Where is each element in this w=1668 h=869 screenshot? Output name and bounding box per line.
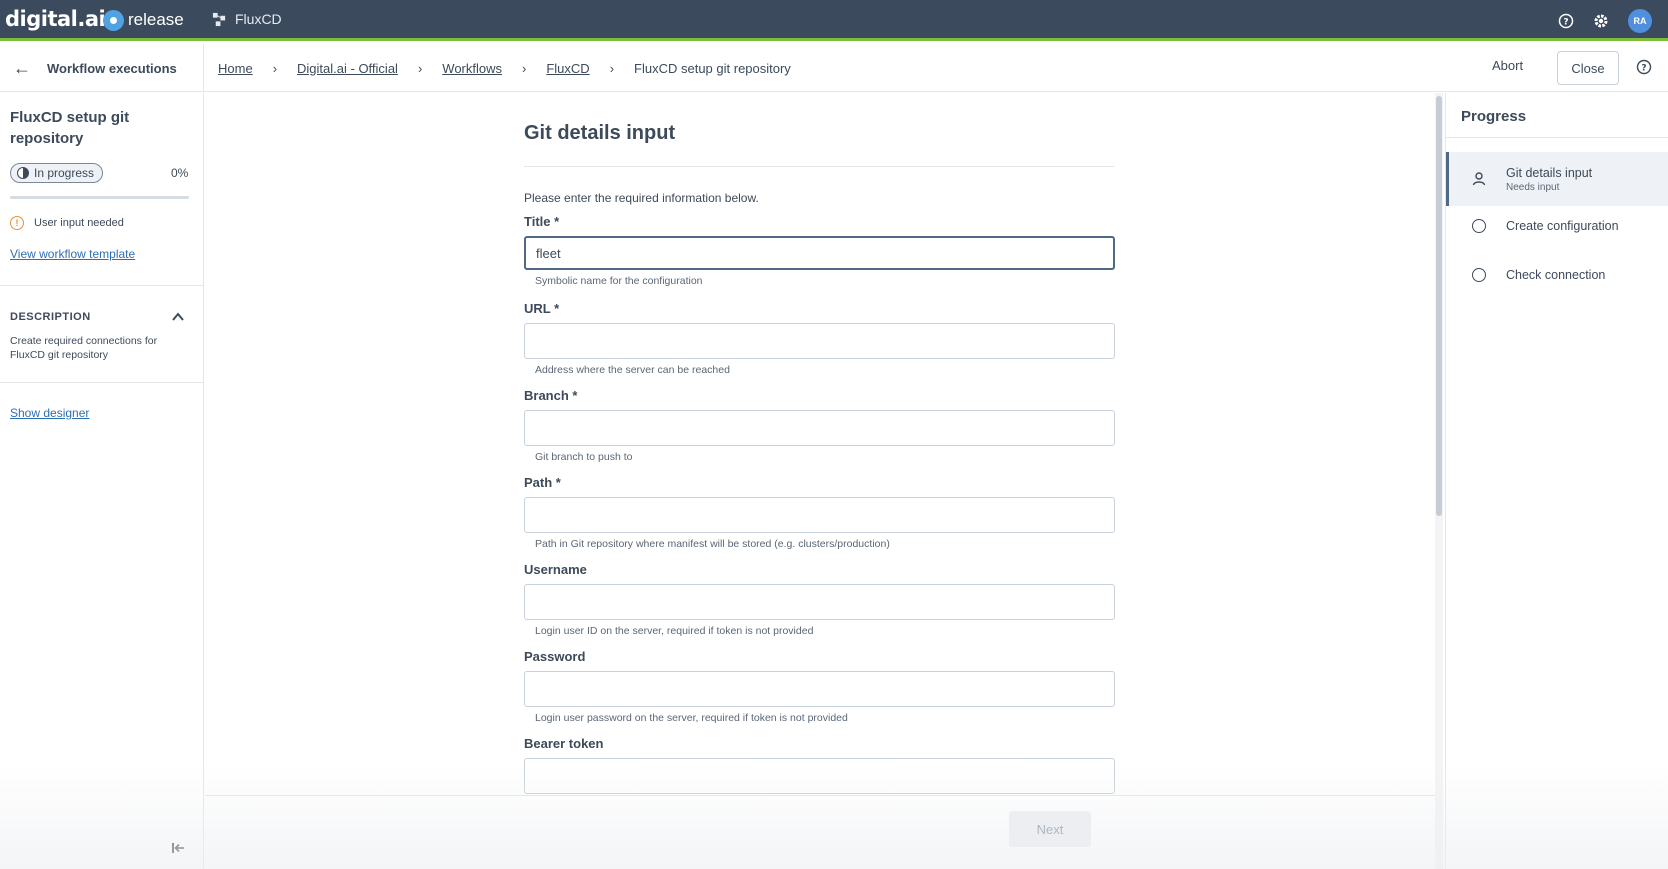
close-button[interactable]: Close xyxy=(1557,51,1619,85)
step-name: Git details input xyxy=(1506,165,1593,180)
chevron-right-icon: › xyxy=(272,60,278,76)
path-field: Path * Path in Git repository where mani… xyxy=(524,475,1115,550)
step-name: Check connection xyxy=(1506,268,1606,282)
field-label: Title * xyxy=(524,214,560,229)
username-field: Username Login user ID on the server, re… xyxy=(524,562,1115,637)
breadcrumb-fluxcd[interactable]: FluxCD xyxy=(546,61,589,76)
svg-text:?: ? xyxy=(1563,17,1568,27)
field-label: URL * xyxy=(524,301,560,316)
chevron-right-icon: › xyxy=(609,60,615,76)
step-status: Needs input xyxy=(1506,181,1560,193)
in-progress-icon xyxy=(17,167,29,179)
status-badge: In progress xyxy=(10,163,104,183)
view-template-link[interactable]: View workflow template xyxy=(10,247,135,261)
user-avatar[interactable]: RA xyxy=(1628,8,1652,33)
app-name: FluxCD xyxy=(235,11,282,27)
description-text: Create required connections for FluxCD g… xyxy=(10,335,158,361)
bearer-token-field: Bearer token xyxy=(524,736,1115,794)
field-help: Path in Git repository where manifest wi… xyxy=(535,538,890,550)
chevron-up-icon[interactable] xyxy=(171,310,185,324)
svg-text:?: ? xyxy=(1641,64,1646,74)
password-field: Password Login user password on the serv… xyxy=(524,649,1115,724)
field-help: Login user ID on the server, required if… xyxy=(535,625,814,637)
chevron-right-icon: › xyxy=(417,60,423,76)
app-switcher[interactable]: FluxCD xyxy=(212,11,282,27)
form-footer: Next xyxy=(205,795,1438,869)
help-icon[interactable]: ? xyxy=(1556,11,1576,31)
step-name: Create configuration xyxy=(1506,219,1619,233)
circle-icon xyxy=(1470,266,1488,284)
back-label: Workflow executions xyxy=(47,60,177,76)
field-label: Username xyxy=(524,562,587,577)
breadcrumb-home[interactable]: Home xyxy=(218,61,253,76)
title-input[interactable] xyxy=(524,236,1115,270)
username-input[interactable] xyxy=(524,584,1115,620)
field-help: Address where the server can be reached xyxy=(535,364,730,376)
user-icon xyxy=(1470,170,1488,188)
fluxcd-app-icon xyxy=(212,12,226,26)
workflow-title: FluxCD setup git repository xyxy=(10,109,130,147)
divider xyxy=(524,166,1114,167)
password-input[interactable] xyxy=(524,671,1115,707)
warning-icon: ! xyxy=(10,216,24,230)
progress-bar xyxy=(10,196,189,199)
arrow-left-icon: ← xyxy=(13,57,31,78)
form-intro: Please enter the required information be… xyxy=(524,191,759,205)
form-title: Git details input xyxy=(524,122,676,144)
breadcrumb-current: FluxCD setup git repository xyxy=(634,60,791,76)
field-label: Password xyxy=(524,649,586,664)
next-button[interactable]: Next xyxy=(1009,811,1091,847)
url-field: URL * Address where the server can be re… xyxy=(524,301,1115,376)
progress-heading: Progress xyxy=(1461,108,1527,125)
step-check-connection[interactable]: Check connection xyxy=(1446,248,1668,302)
digitalai-logo[interactable]: digital.ai xyxy=(5,7,106,31)
top-navigation-bar: digital.ai release FluxCD ? RA xyxy=(0,0,1668,41)
breadcrumb: Home › Digital.ai - Official › Workflows… xyxy=(218,44,791,92)
chevron-right-icon: › xyxy=(522,60,527,76)
circle-icon xyxy=(1470,217,1488,235)
show-designer-link[interactable]: Show designer xyxy=(10,406,89,420)
divider xyxy=(0,285,203,286)
url-input[interactable] xyxy=(524,323,1115,359)
scrollbar-thumb[interactable] xyxy=(1436,96,1442,516)
gear-icon[interactable] xyxy=(1591,11,1611,31)
abort-button[interactable]: Abort xyxy=(1492,58,1523,73)
branch-input[interactable] xyxy=(524,410,1115,446)
path-input[interactable] xyxy=(524,497,1115,533)
breadcrumb-folder[interactable]: Digital.ai - Official xyxy=(297,61,398,76)
user-input-alert: ! User input needed xyxy=(10,216,124,230)
divider xyxy=(1446,137,1668,138)
main-content: Git details input Please enter the requi… xyxy=(205,93,1438,869)
field-label: Branch * xyxy=(524,388,578,403)
field-label: Path * xyxy=(524,475,561,490)
step-create-configuration[interactable]: Create configuration xyxy=(1446,199,1668,253)
description-heading: DESCRIPTION xyxy=(10,311,91,323)
workflow-sidebar: FluxCD setup git repository In progress … xyxy=(0,93,204,869)
status-label: In progress xyxy=(34,166,95,180)
progress-panel: Progress Git details input Needs input C… xyxy=(1445,93,1668,869)
back-to-executions[interactable]: ← Workflow executions xyxy=(0,44,204,92)
field-help: Login user password on the server, requi… xyxy=(535,712,848,724)
breadcrumb-workflows[interactable]: Workflows xyxy=(442,61,502,76)
step-git-details-input[interactable]: Git details input Needs input xyxy=(1446,152,1668,206)
collapse-sidebar-icon[interactable] xyxy=(170,840,186,856)
field-label: Bearer token xyxy=(524,736,604,751)
branch-field: Branch * Git branch to push to xyxy=(524,388,1115,463)
divider xyxy=(0,382,203,383)
alert-text: User input needed xyxy=(34,217,124,229)
field-help: Symbolic name for the configuration xyxy=(535,275,703,287)
help-icon[interactable]: ? xyxy=(1636,59,1652,75)
field-help: Git branch to push to xyxy=(535,451,633,463)
breadcrumb-bar: ← Workflow executions Home › Digital.ai … xyxy=(0,44,1668,92)
bearer-token-input[interactable] xyxy=(524,758,1115,794)
title-field: Title * Symbolic name for the configurat… xyxy=(524,214,1115,287)
progress-percent: 0% xyxy=(171,166,189,180)
release-logo-icon xyxy=(103,10,124,31)
product-name: release xyxy=(128,10,184,29)
